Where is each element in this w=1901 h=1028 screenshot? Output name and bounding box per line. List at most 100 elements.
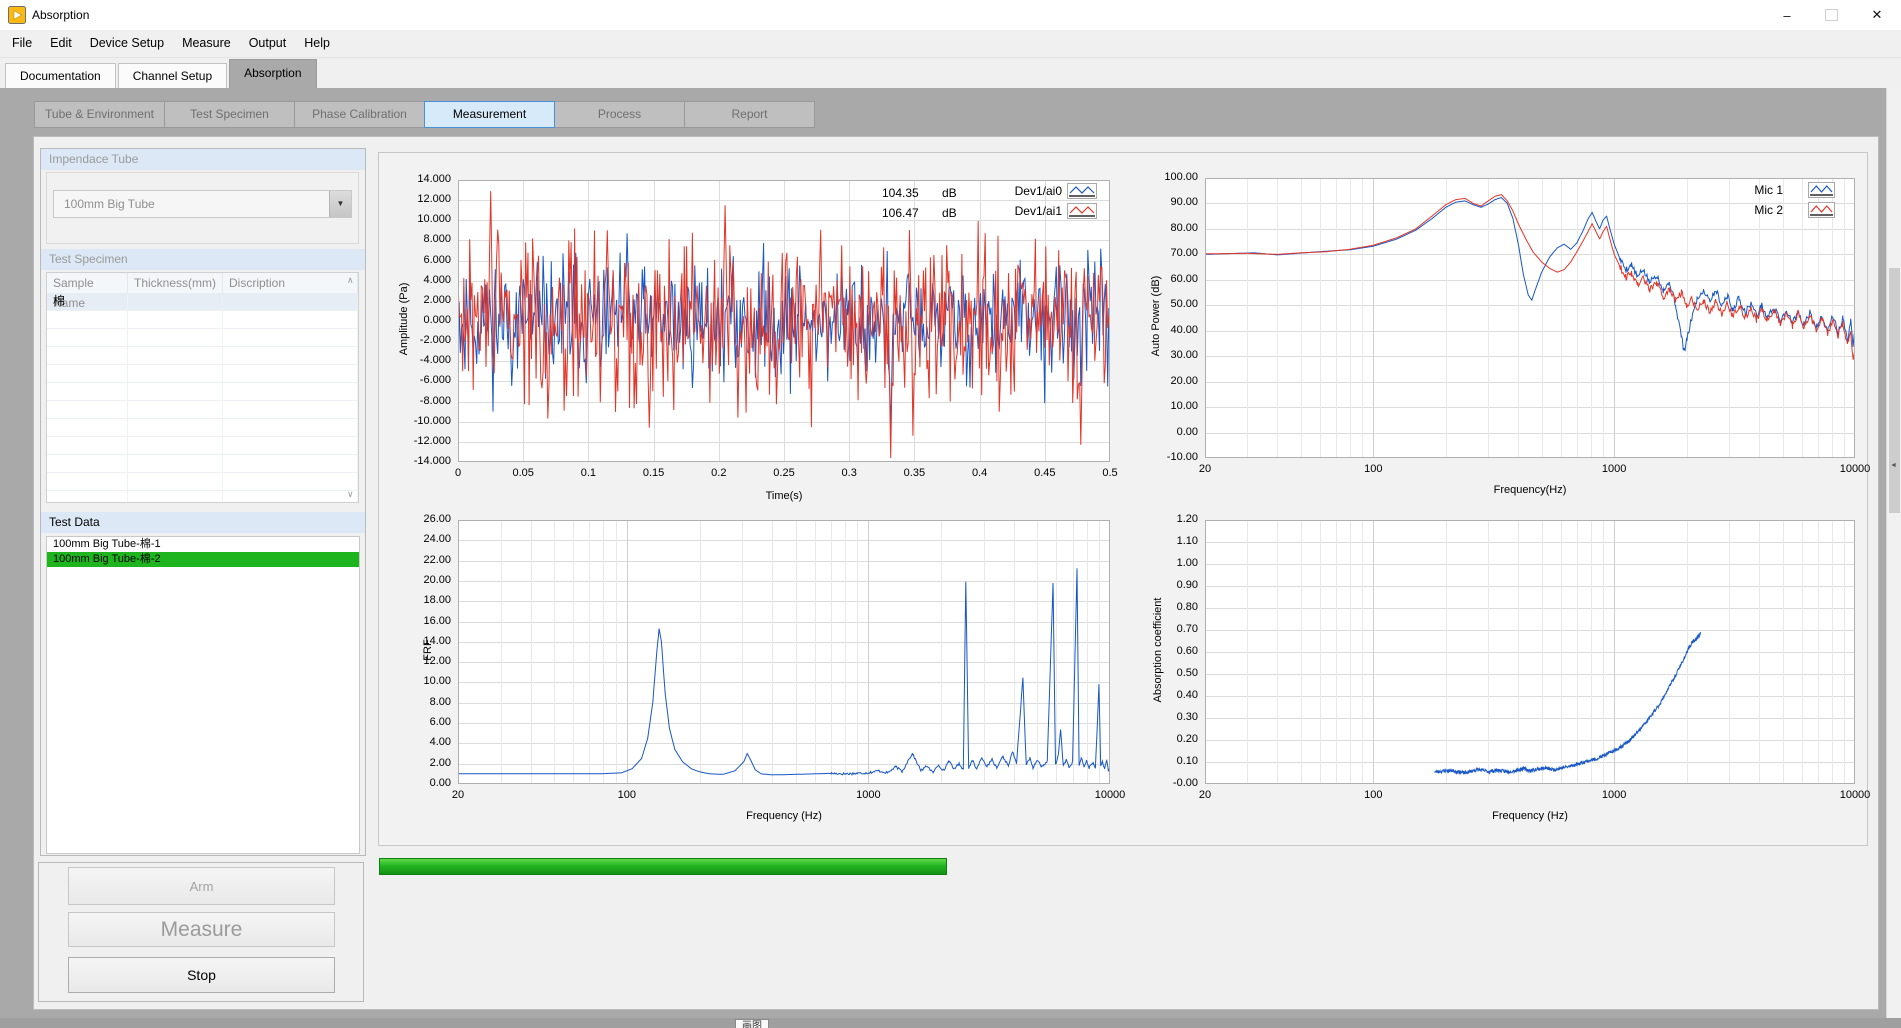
scroll-up-icon[interactable]: ∧	[347, 275, 354, 286]
x-tick: 20	[1175, 789, 1235, 801]
y-tick: -10.00	[1138, 451, 1198, 463]
x-tick: 0.45	[1015, 467, 1075, 479]
vertical-scrollbar[interactable]: ◄	[1886, 88, 1901, 1018]
x-axis-title: Frequency(Hz)	[1455, 484, 1605, 496]
y-tick: -14.000	[391, 455, 451, 467]
y-tick: -12.000	[391, 435, 451, 447]
menu-edit[interactable]: Edit	[41, 30, 81, 57]
minimize-button[interactable]: –	[1765, 0, 1809, 30]
table-row[interactable]	[47, 383, 358, 401]
table-row[interactable]	[47, 347, 358, 365]
y-tick: 8.00	[391, 696, 451, 708]
table-cell	[223, 293, 358, 310]
db-readout-unit: dB	[942, 206, 957, 220]
table-cell	[47, 383, 128, 400]
table-cell	[128, 419, 223, 436]
measure-button[interactable]: Measure	[68, 912, 335, 947]
tab-absorption[interactable]: Absorption	[229, 59, 316, 88]
table-cell	[128, 473, 223, 490]
test-data-item[interactable]: 100mm Big Tube-棉-2	[47, 552, 359, 567]
y-tick: 0.70	[1138, 623, 1198, 635]
menu-output[interactable]: Output	[240, 30, 296, 57]
menu-help[interactable]: Help	[295, 30, 339, 57]
legend-line-icon	[1808, 182, 1835, 198]
table-row[interactable]	[47, 329, 358, 347]
table-row[interactable]	[47, 365, 358, 383]
y-tick: 0.20	[1138, 733, 1198, 745]
chart-time-waveform	[458, 180, 1110, 462]
subtab-measurement[interactable]: Measurement	[424, 101, 555, 128]
scroll-down-icon[interactable]: ∨	[347, 489, 354, 500]
y-tick: 6.00	[391, 716, 451, 728]
table-cell	[47, 347, 128, 364]
x-tick: 100	[597, 789, 657, 801]
arm-button[interactable]: Arm	[68, 867, 335, 905]
x-tick: 0	[428, 467, 488, 479]
menu-bar: FileEditDevice SetupMeasureOutputHelp	[0, 30, 1901, 58]
x-tick: 20	[1175, 463, 1235, 475]
subtab-report[interactable]: Report	[684, 101, 815, 128]
scrollbar-thumb[interactable]	[1889, 268, 1900, 513]
menu-device-setup[interactable]: Device Setup	[81, 30, 173, 57]
y-axis-title: Auto Power (dB)	[1150, 241, 1162, 391]
y-axis-title: Amplitude (Pa)	[398, 244, 410, 394]
x-axis-title: Frequency (Hz)	[1455, 810, 1605, 822]
taskbar-window-button[interactable]: 画图	[735, 1019, 769, 1028]
tab-documentation[interactable]: Documentation	[5, 63, 116, 88]
x-tick: 1000	[1584, 789, 1644, 801]
table-cell	[128, 365, 223, 382]
table-row[interactable]	[47, 491, 358, 503]
maximize-icon	[1825, 9, 1838, 21]
y-tick: -0.00	[1138, 777, 1198, 789]
table-row[interactable]	[47, 419, 358, 437]
tab-channel-setup[interactable]: Channel Setup	[118, 63, 227, 88]
table-cell	[128, 401, 223, 418]
subtab-tube-environment[interactable]: Tube & Environment	[34, 101, 165, 128]
close-button[interactable]: ✕	[1853, 0, 1901, 30]
test-data-list[interactable]: 100mm Big Tube-棉-1100mm Big Tube-棉-2	[46, 536, 360, 854]
test-data-item[interactable]: 100mm Big Tube-棉-1	[47, 537, 359, 552]
subtab-phase-calibration[interactable]: Phase Calibration	[294, 101, 425, 128]
table-cell	[223, 311, 358, 328]
table-row[interactable]: 棉	[47, 293, 358, 311]
db-readout-value: 106.47	[882, 206, 919, 220]
y-tick: 0.10	[1138, 755, 1198, 767]
subtab-test-specimen[interactable]: Test Specimen	[164, 101, 295, 128]
scroll-left-arrow-icon[interactable]: ◄	[1890, 462, 1897, 469]
legend-label-dev1-ai0: Dev1/ai0	[972, 184, 1062, 198]
table-cell	[223, 491, 358, 503]
x-tick: 0.25	[754, 467, 814, 479]
y-tick: 0.90	[1138, 579, 1198, 591]
maximize-button[interactable]	[1809, 0, 1853, 30]
subtab-process[interactable]: Process	[554, 101, 685, 128]
progress-bar-fill	[379, 858, 947, 875]
table-row[interactable]	[47, 473, 358, 491]
y-tick: 1.00	[1138, 557, 1198, 569]
db-readout-value: 104.35	[882, 186, 919, 200]
table-cell	[47, 473, 128, 490]
table-row[interactable]	[47, 455, 358, 473]
test-specimen-table[interactable]: Sample NameThickness(mm)Discription棉	[46, 272, 359, 503]
table-cell	[128, 347, 223, 364]
menu-file[interactable]: File	[3, 30, 41, 57]
x-axis-title: Time(s)	[709, 490, 859, 502]
table-cell	[128, 329, 223, 346]
table-row[interactable]	[47, 311, 358, 329]
table-cell	[223, 365, 358, 382]
absorption-tab-page: Tube & EnvironmentTest SpecimenPhase Cal…	[0, 88, 1886, 1018]
x-tick: 1000	[838, 789, 898, 801]
table-cell	[223, 419, 358, 436]
y-tick: 14.00	[391, 635, 451, 647]
legend-label-mic-2: Mic 2	[1693, 203, 1783, 217]
table-row[interactable]	[47, 401, 358, 419]
table-row[interactable]	[47, 437, 358, 455]
app-window: Absorption – ✕ FileEditDevice SetupMeasu…	[0, 0, 1901, 1028]
legend-line-icon	[1067, 183, 1097, 199]
y-tick: 2.00	[391, 757, 451, 769]
stop-button[interactable]: Stop	[68, 957, 335, 993]
y-tick: 14.000	[391, 173, 451, 185]
dropdown-arrow-icon[interactable]: ▼	[329, 191, 351, 217]
table-cell	[47, 455, 128, 472]
menu-measure[interactable]: Measure	[173, 30, 240, 57]
impedance-tube-dropdown[interactable]: 100mm Big Tube ▼	[53, 190, 352, 218]
